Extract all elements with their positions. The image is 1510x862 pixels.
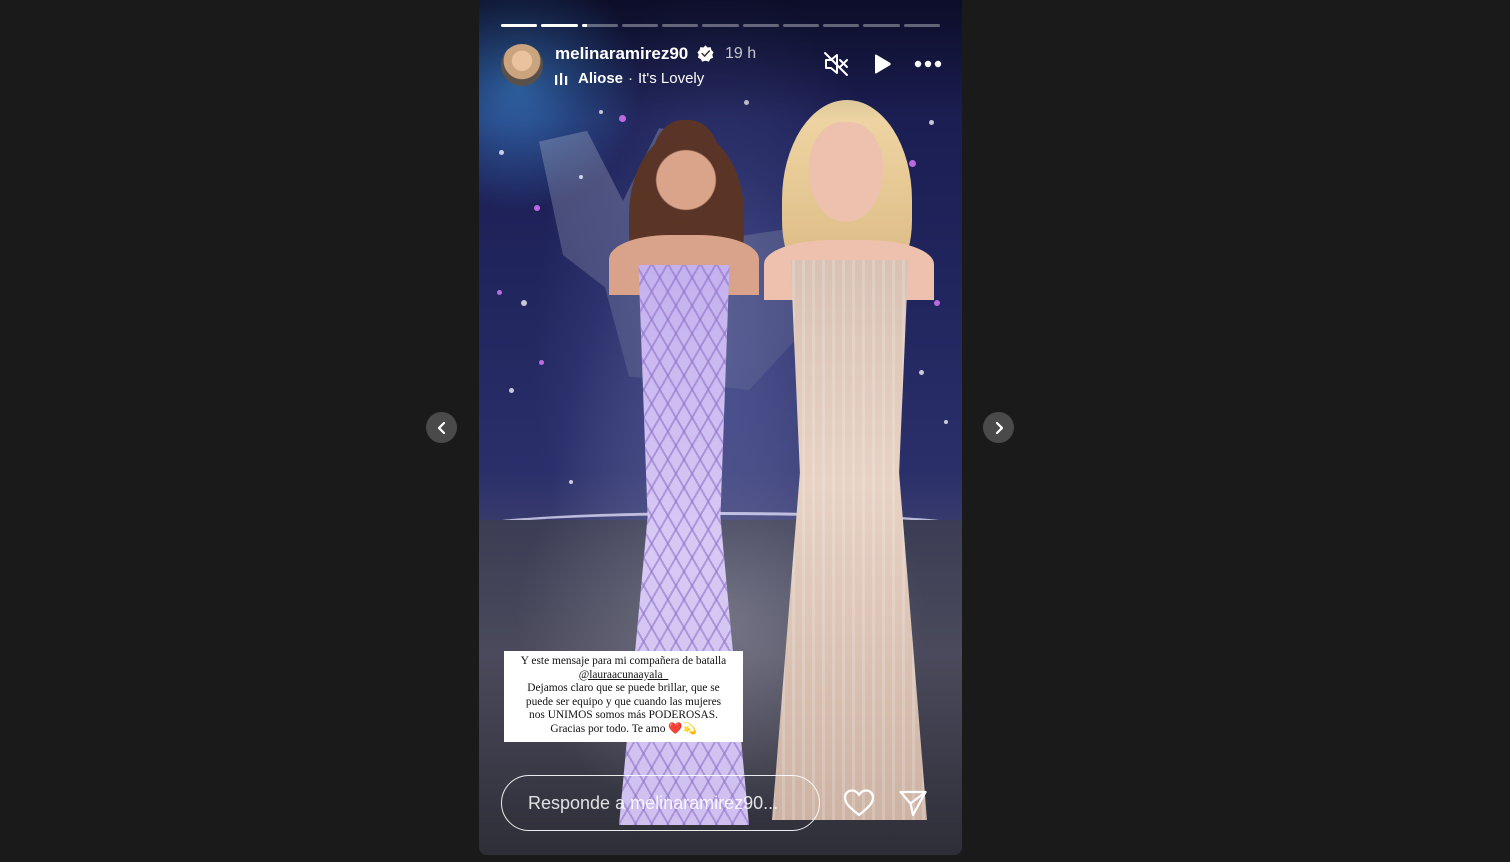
progress-segment [501,24,538,27]
progress-segment [903,24,940,27]
story-card[interactable]: melinaramirez90 19 h Aliose · It's Lovel… [479,0,962,855]
caption-line: Y este mensaje para mi compañera de bata… [520,655,727,667]
paper-plane-icon [899,790,927,817]
progress-segment [541,24,578,27]
music-artist[interactable]: Aliose [578,70,623,87]
story-progress-bar [501,24,940,27]
like-button[interactable] [841,785,877,821]
story-time: 19 h [725,45,757,62]
heart-icon [843,789,875,817]
story-caption: Y este mensaje para mi compañera de bata… [504,651,743,742]
caption-mention-link[interactable]: @lauraacunaayala_ [579,669,669,683]
progress-segment [863,24,900,27]
next-story-button[interactable] [983,412,1014,443]
mute-button[interactable] [822,50,850,78]
more-options-button[interactable] [914,50,942,78]
progress-segment [662,24,699,27]
person-champagne-dress [764,100,934,820]
caption-line: Dejamos claro que se puede brillar, que … [527,682,720,695]
verified-badge-icon [697,45,714,62]
story-controls [822,50,942,78]
play-icon [875,54,891,74]
caption-line: Gracias por todo. Te amo ❤️💫 [550,722,697,735]
username-link[interactable]: melinaramirez90 [555,44,688,64]
story-viewer: melinaramirez90 19 h Aliose · It's Lovel… [0,0,1510,862]
play-button[interactable] [868,50,896,78]
share-button[interactable] [895,785,931,821]
caption-line: nos UNIMOS somos más PODEROSAS. [529,709,718,722]
progress-segment [823,24,860,27]
progress-segment-fill [581,24,587,27]
story-header: melinaramirez90 19 h Aliose · It's Lovel… [501,42,942,88]
progress-segment [702,24,739,27]
audio-bars-icon [555,72,568,85]
caption-line: puede ser equipo y que cuando las mujere… [525,695,722,708]
more-horizontal-icon [914,60,942,68]
progress-segment [581,24,618,27]
music-info[interactable]: Aliose · It's Lovely [555,70,704,87]
reply-input[interactable] [501,775,820,831]
progress-segment [782,24,820,27]
avatar[interactable] [501,44,543,86]
speaker-muted-icon [824,52,848,76]
music-separator: · [628,70,634,87]
progress-segment [742,24,779,27]
progress-segment-fill [501,24,538,27]
chevron-left-icon [437,421,445,434]
progress-segment [621,24,659,27]
music-song[interactable]: It's Lovely [638,70,704,87]
previous-story-button[interactable] [426,412,457,443]
chevron-right-icon [995,421,1003,434]
progress-segment-fill [541,24,578,27]
